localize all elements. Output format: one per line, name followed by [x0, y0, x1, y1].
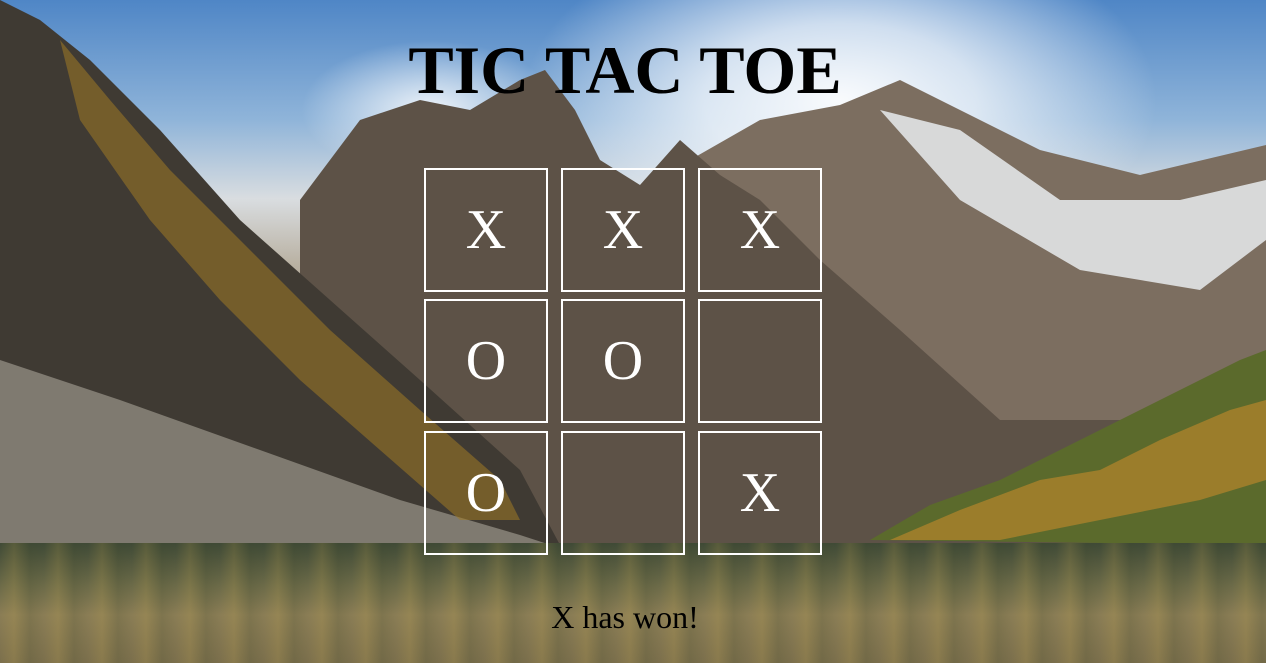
board-cell-7[interactable]: O — [424, 431, 548, 555]
game-board: X X X O O O X — [423, 167, 825, 559]
page-title: TIC TAC TOE — [408, 32, 842, 108]
board-cell-2[interactable]: X — [561, 168, 685, 292]
board-cell-4[interactable]: O — [424, 299, 548, 423]
board-cell-8[interactable] — [561, 431, 685, 555]
board-cell-3[interactable]: X — [698, 168, 822, 292]
board-cell-9[interactable]: X — [698, 431, 822, 555]
game-status: X has won! — [551, 599, 699, 635]
board-cell-1[interactable]: X — [424, 168, 548, 292]
board-cell-6[interactable] — [698, 299, 822, 423]
board-cell-5[interactable]: O — [561, 299, 685, 423]
